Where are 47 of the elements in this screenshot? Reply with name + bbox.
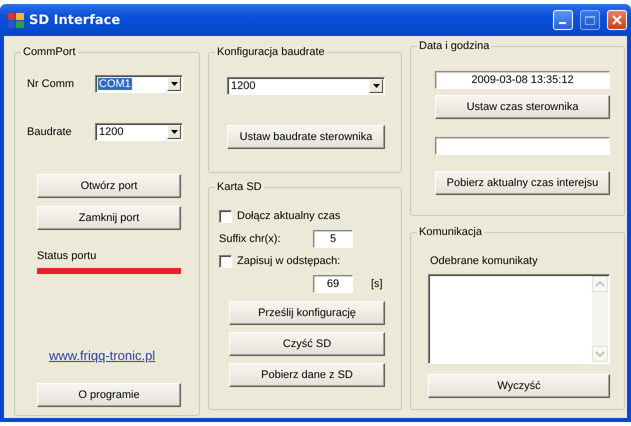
minimize-button[interactable] [553,10,573,30]
label: Suffix chr(x): [219,232,282,245]
caret-icon [372,84,380,88]
open-port-button[interactable]: Otwórz port [37,174,181,198]
scrollbar[interactable] [592,276,608,362]
input-field[interactable]: 5 [313,230,353,248]
input-field[interactable] [435,137,610,155]
download-sd-button[interactable]: Pobierz dane z SD [229,362,385,387]
checkbox-label: Dołącz aktualny czas [237,210,340,222]
label: Odebrane komunikaty [430,255,539,267]
dropdown[interactable]: 1200 [95,123,183,141]
checkbox[interactable] [219,254,232,268]
caret-icon [170,130,178,134]
clear-button[interactable]: Wyczyść [428,374,610,398]
caret-icon [170,82,178,86]
dropdown[interactable]: 1200 [227,77,385,95]
website-link[interactable]: www.friqq-tronic.pl [49,348,156,363]
group-title: Komunikacja [417,226,484,238]
group-title: Konfiguracja baudrate [215,46,327,58]
input-field[interactable]: 69 [313,274,353,293]
close-button[interactable] [607,10,627,30]
message-box[interactable] [428,274,610,364]
about-button[interactable]: O programie [37,383,181,407]
group-title: CommPort [21,46,78,58]
checkbox[interactable] [219,210,232,223]
label: Status portu [37,250,96,262]
set-time-button[interactable]: Ustaw czas sterownika [435,95,610,119]
group-title: Data i godzina [417,40,492,52]
app-icon [8,12,24,28]
checkbox-label: Zapisuj w odstępach: [237,255,340,268]
scroll-down-icon [592,346,608,362]
window-title: SD Interface [29,12,122,28]
get-time-button[interactable]: Pobierz aktualny czas interejsu [435,171,610,195]
clear-sd-button[interactable]: Czyść SD [229,332,385,356]
set-baudrate-button[interactable]: Ustaw baudrate sterownika [227,125,385,149]
label: Nr Comm [27,78,74,90]
group-title: Karta SD [215,180,264,193]
dropdown[interactable]: COM1 [95,75,183,93]
maximize-icon [585,16,595,24]
close-port-button[interactable]: Zamknij port [37,206,181,230]
send-config-button[interactable]: Prześlij konfigurację [229,300,385,325]
maximize-button[interactable] [580,10,600,30]
label: Baudrate [27,126,72,138]
scroll-up-icon [592,276,608,292]
unit-label: [s] [371,278,383,290]
close-icon [612,15,622,25]
input-field[interactable]: 2009-03-08 13:35:12 [435,71,610,89]
